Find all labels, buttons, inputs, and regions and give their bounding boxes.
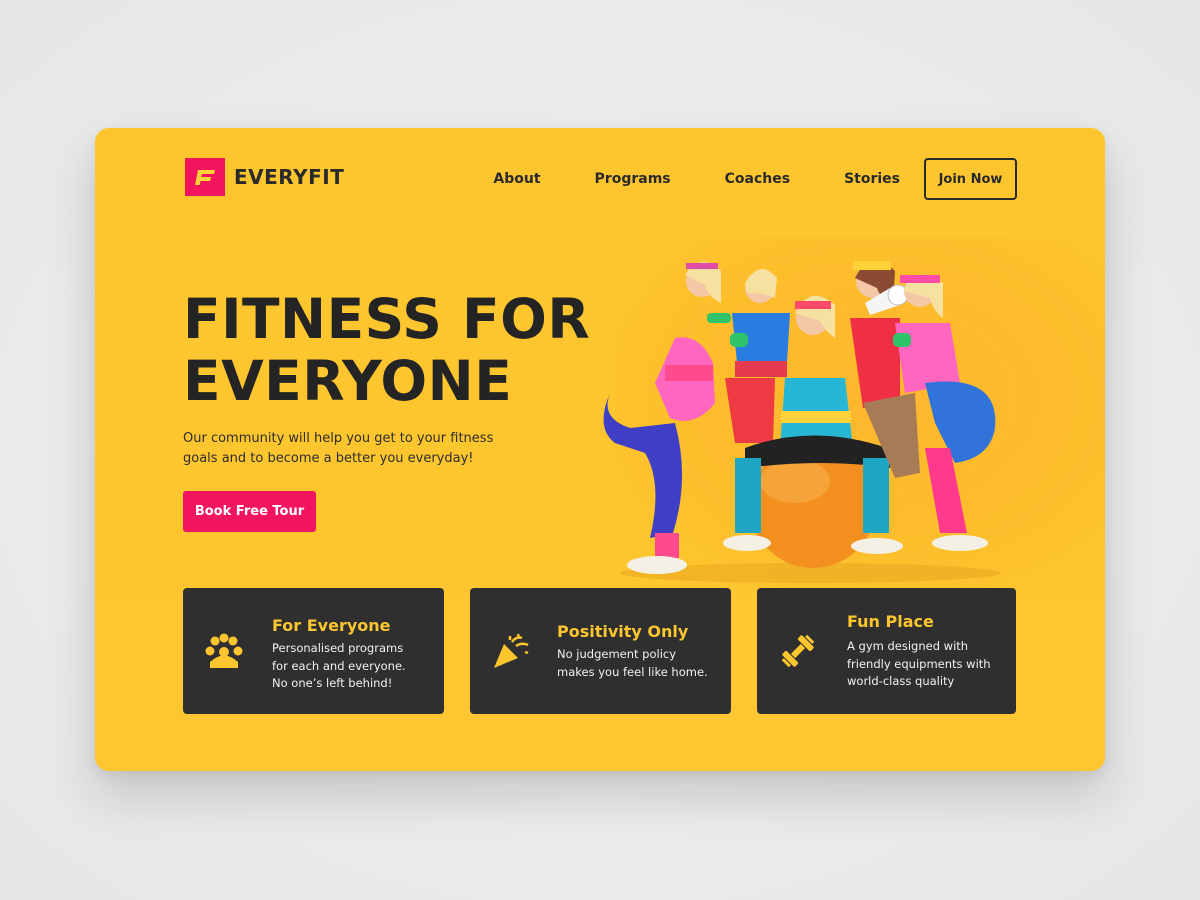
hero-title-line-1: FITNESS FOR [183, 287, 591, 351]
join-now-button[interactable]: Join Now [924, 158, 1017, 200]
hero-subtitle: Our community will help you get to your … [183, 431, 494, 466]
hero-title: FITNESS FOR EVERYONE [183, 288, 643, 412]
feature-desc-line: No one’s left behind! [272, 676, 393, 690]
feature-card-fun-place: Fun Place A gym designed with friendly e… [757, 588, 1016, 714]
brand-name: EVERYFIT [234, 165, 345, 189]
feature-desc-line: No judgement policy [557, 647, 677, 661]
landing-card: EVERYFIT About Programs Coaches Stories … [95, 128, 1105, 771]
feature-desc-line: Personalised programs [272, 641, 404, 655]
person-1 [603, 261, 731, 574]
brand-logo[interactable]: EVERYFIT [185, 158, 344, 196]
party-popper-icon [492, 632, 530, 670]
feature-desc-line: A gym designed with [847, 639, 969, 653]
feature-title: Fun Place [847, 612, 934, 631]
nav-link-programs[interactable]: Programs [595, 171, 671, 187]
feature-title: Positivity Only [557, 622, 689, 641]
nav-link-about[interactable]: About [493, 171, 540, 187]
feature-desc-line: world-class quality [847, 674, 955, 688]
hero-title-line-2: EVERYONE [183, 349, 513, 413]
nav-link-coaches[interactable]: Coaches [725, 171, 790, 187]
feature-description: A gym designed with friendly equipments … [847, 638, 1007, 691]
feature-description: Personalised programs for each and every… [272, 640, 432, 693]
feature-card-positivity-only: Positivity Only No judgement policy make… [470, 588, 731, 714]
feature-title: For Everyone [272, 616, 391, 635]
nav-link-stories[interactable]: Stories [844, 171, 900, 187]
feature-desc-line: for each and everyone. [272, 658, 406, 673]
feature-description: No judgement policy makes you feel like … [557, 646, 717, 681]
person-2 [725, 269, 790, 443]
main-nav: About Programs Coaches Stories Join Now [493, 158, 1017, 200]
community-icon [205, 632, 243, 670]
feature-desc-line: friendly equipments with [847, 656, 991, 671]
logo-mark-icon [185, 158, 225, 196]
hero-group-photo [603, 261, 1000, 583]
book-free-tour-button[interactable]: Book Free Tour [183, 491, 316, 532]
feature-card-for-everyone: For Everyone Personalised programs for e… [183, 588, 444, 714]
dumbbell-icon [779, 632, 817, 670]
feature-desc-line: makes you feel like home. [557, 664, 708, 679]
